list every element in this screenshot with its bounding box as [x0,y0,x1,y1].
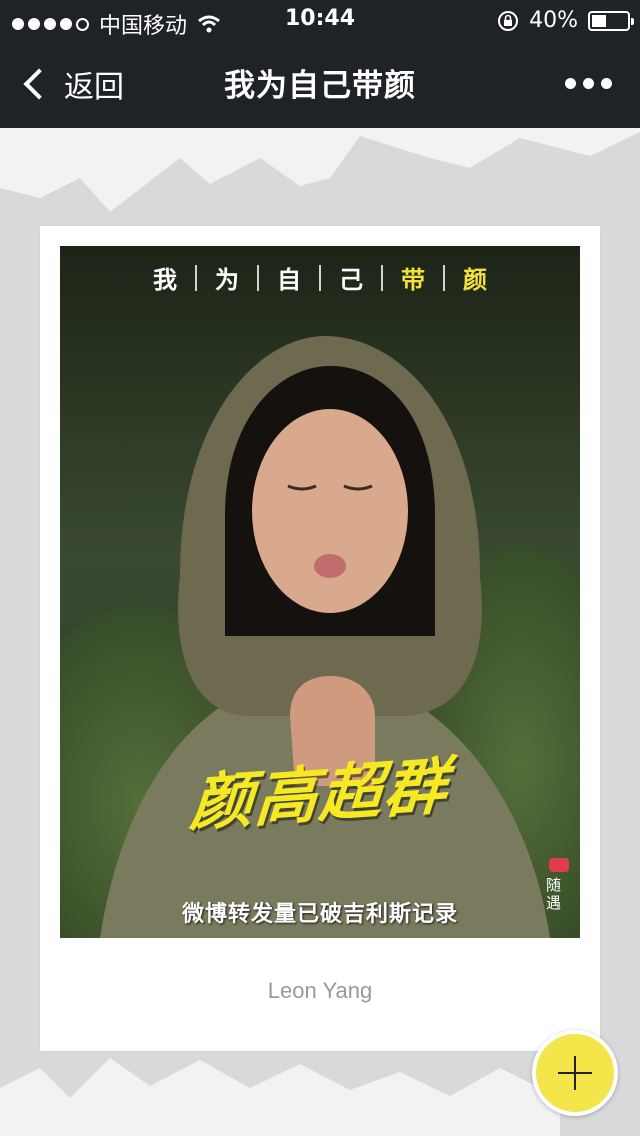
plus-icon [558,1056,592,1090]
more-dot [583,78,594,89]
battery-icon [588,10,634,31]
battery-fill [592,14,606,27]
poster-card[interactable]: 我 为 自 己 带 颜 颜高超群 微博转发量已破吉利斯记录 随遇 Leon Ya… [40,226,600,1051]
status-bar: 中国移动 10:44 40% [0,0,640,40]
headline-char: 我 [153,265,177,294]
author-name: Leon Yang [267,978,373,1003]
nav-bar: 返回 我为自己带颜 [0,40,640,128]
poster-headline: 我 为 自 己 带 颜 [60,260,580,295]
headline-divider [319,264,321,291]
headline-char: 自 [277,265,301,294]
headline-divider [257,264,259,291]
brand-logo-icon [549,858,569,872]
status-right: 40% [497,8,634,33]
headline-char: 己 [339,265,363,294]
headline-divider [381,264,383,291]
more-dot [565,78,576,89]
more-dot [601,78,612,89]
headline-divider [443,264,445,291]
brand-mark: 随遇 [546,858,572,912]
page-title: 我为自己带颜 [224,68,416,104]
headline-char-highlight: 带 [401,265,425,294]
headline-divider [195,264,197,291]
rotation-lock-icon [498,10,519,31]
poster-subline: 微博转发量已破吉利斯记录 [181,902,458,927]
more-button[interactable] [565,78,612,89]
battery-percent: 40% [529,8,578,33]
headline-char: 为 [215,265,239,294]
poster-image[interactable]: 我 为 自 己 带 颜 颜高超群 微博转发量已破吉利斯记录 随遇 [60,246,580,938]
add-button[interactable] [532,1030,618,1116]
brand-label: 随遇 [546,876,562,912]
top-bar: 中国移动 10:44 40% 返回 我为自己带颜 [0,0,640,128]
headline-char-highlight: 颜 [463,265,487,294]
